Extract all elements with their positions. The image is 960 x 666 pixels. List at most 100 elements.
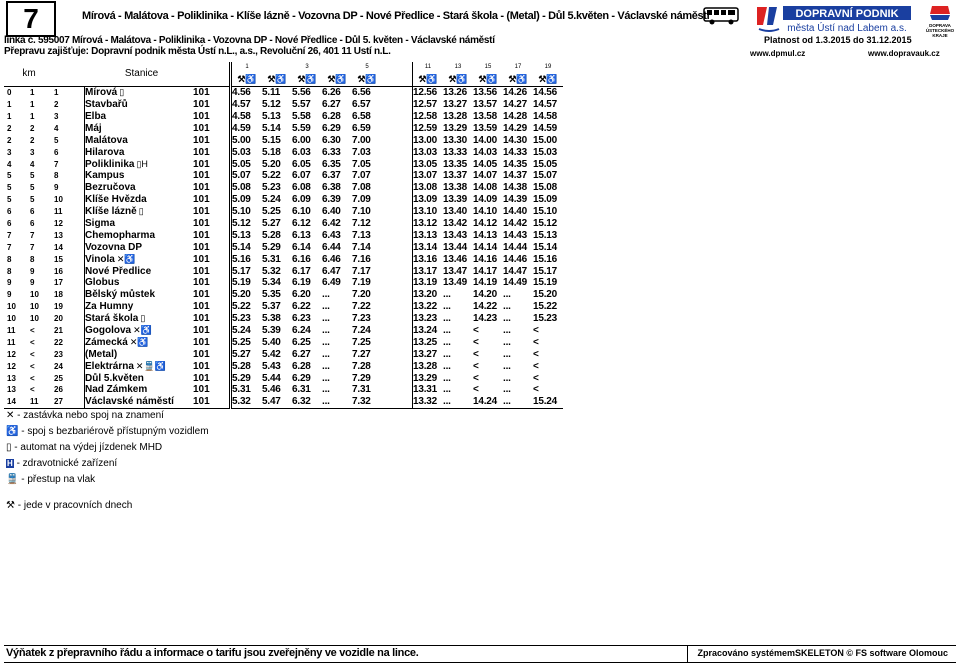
departure-time: 5.13 <box>262 111 281 122</box>
stop-name-cell: Globus <box>85 277 194 289</box>
stop-order: 7 <box>54 158 85 171</box>
departure-time: 14.56 <box>533 85 563 99</box>
departure-time: 5.34 <box>262 277 281 289</box>
tariff-zone: 101 <box>193 170 232 182</box>
stop-name-cell: Důl 5.květen <box>85 372 194 384</box>
departure-time: 5.05 <box>232 158 251 170</box>
stop-order: 27 <box>54 395 85 409</box>
departure-time: ... <box>322 325 330 337</box>
region-url[interactable]: www.dopravauk.cz <box>868 49 940 58</box>
stop-name: Za Humny <box>85 301 134 313</box>
departure-time: 13.58 <box>473 111 498 122</box>
stop-name-cell: Kampus <box>85 170 194 182</box>
departure-time: 5.14 <box>232 241 251 253</box>
stop-order: 18 <box>54 288 85 301</box>
departure-time: ... <box>443 289 451 301</box>
trip-symbol: ⚒♿ <box>352 73 382 87</box>
km-value-2: < <box>30 361 35 371</box>
km-value: 3 <box>7 147 12 157</box>
line-route-title: Mírová - Malátova - Poliklinika - Klíše … <box>82 10 710 22</box>
departure-time: 6.14 <box>292 241 311 253</box>
departure-time: 14.03 <box>473 146 498 158</box>
stop-row: 2 2 4 Máj 101 4.59 5.14 5.59 6.29 6.59 12.59 13.29 1… <box>4 122 563 135</box>
trip-number <box>262 62 292 74</box>
km-value-2: 10 <box>30 290 39 300</box>
departure-time: 6.16 <box>292 253 311 265</box>
departure-time: 14.07 <box>473 170 498 182</box>
departure-time: 13.09 <box>413 194 438 206</box>
operator-url[interactable]: www.dpmul.cz <box>750 49 805 58</box>
tariff-zone: 101 <box>193 265 232 278</box>
tariff-zone: 101 <box>193 395 232 409</box>
departure-time: ... <box>322 289 330 301</box>
departure-time: 7.07 <box>352 170 371 182</box>
departure-time: 6.39 <box>322 194 341 206</box>
tariff-zone: 101 <box>193 277 232 289</box>
departure-time: 6.00 <box>292 134 311 146</box>
departure-time: 6.40 <box>322 206 341 218</box>
departure-time: 13.29 <box>413 372 438 384</box>
departure-time: 13.49 <box>443 277 468 289</box>
trip-symbol: ⚒♿ <box>503 73 533 87</box>
trip-number: 1 <box>245 64 249 71</box>
km-value-2: 9 <box>30 278 35 288</box>
departure-time: 6.28 <box>292 360 311 372</box>
km-value: 12 <box>7 361 16 371</box>
departure-time: 5.47 <box>262 395 292 409</box>
departure-time: 4.56 <box>230 85 262 99</box>
departure-time: ... <box>503 313 511 325</box>
departure-time: 5.03 <box>232 146 251 158</box>
stop-name-cell: Klíše Hvězda <box>85 194 194 206</box>
departure-time <box>382 158 413 171</box>
departure-time: 14.19 <box>473 277 498 289</box>
stop-order: 22 <box>54 336 85 349</box>
departure-time: 5.57 <box>292 99 311 111</box>
stop-symbols: ✕🚆♿ <box>135 360 166 371</box>
departure-time: 7.32 <box>352 395 382 409</box>
stop-row: 8 8 15 Vinola ✕♿ 101 5.16 5.31 6.16 6.46 7.16 13.16… <box>4 253 563 266</box>
departure-time: 6.10 <box>292 206 311 218</box>
departure-time: 5.39 <box>262 325 281 337</box>
departure-time: 13.22 <box>413 301 438 313</box>
departure-time: 13.33 <box>443 146 468 158</box>
tariff-zone: 101 <box>193 217 232 230</box>
departure-time <box>382 241 413 254</box>
departure-time: 14.28 <box>503 111 528 122</box>
departure-time: 4.57 <box>232 99 251 111</box>
departure-time: 13.57 <box>473 99 498 111</box>
stop-name-cell: Za Humny <box>85 301 194 313</box>
departure-time: 15.12 <box>533 218 558 230</box>
departure-time <box>382 146 413 159</box>
km-value: 6 <box>7 219 12 229</box>
km-value-2: 3 <box>30 147 35 157</box>
legend-label: - automat na výdej jízdenek MHD <box>14 442 163 453</box>
stop-symbols: ✕♿ <box>133 325 152 336</box>
stop-name-cell: Hilarova <box>85 146 194 158</box>
departure-time: ... <box>443 301 451 313</box>
departure-time: ... <box>503 384 511 396</box>
trip-number: 19 <box>544 64 552 71</box>
departure-time: 6.59 <box>352 122 371 134</box>
departure-time: < <box>533 372 539 384</box>
departure-time: ... <box>503 348 511 360</box>
departure-time: 6.56 <box>352 85 382 99</box>
stop-name: Nové Předlice <box>85 265 152 277</box>
departure-time: ... <box>443 360 451 372</box>
departure-time: 14.23 <box>473 313 498 325</box>
departure-time: 7.25 <box>352 336 371 348</box>
trip-number: 13 <box>454 64 462 71</box>
departure-time: 5.20 <box>232 289 251 301</box>
legend-item: ✕ - zastávka nebo spoj na znamení <box>6 408 209 424</box>
departure-time: ... <box>322 348 330 360</box>
km-value: 4 <box>7 159 12 169</box>
km-value-2: 2 <box>30 135 35 145</box>
operator-info: Přepravu zajišťuje: Dopravní podnik měst… <box>4 46 391 57</box>
departure-time: 5.24 <box>232 325 251 337</box>
departure-time: 15.00 <box>533 134 558 146</box>
departure-time: 13.46 <box>443 253 468 265</box>
departure-time <box>382 265 413 278</box>
stop-row: 5 5 8 Kampus 101 5.07 5.22 6.07 6.37 7.07 13.07 13.… <box>4 170 563 182</box>
stop-order: 8 <box>54 170 85 182</box>
departure-time: 5.16 <box>232 253 251 265</box>
departure-time: 13.14 <box>413 241 438 253</box>
